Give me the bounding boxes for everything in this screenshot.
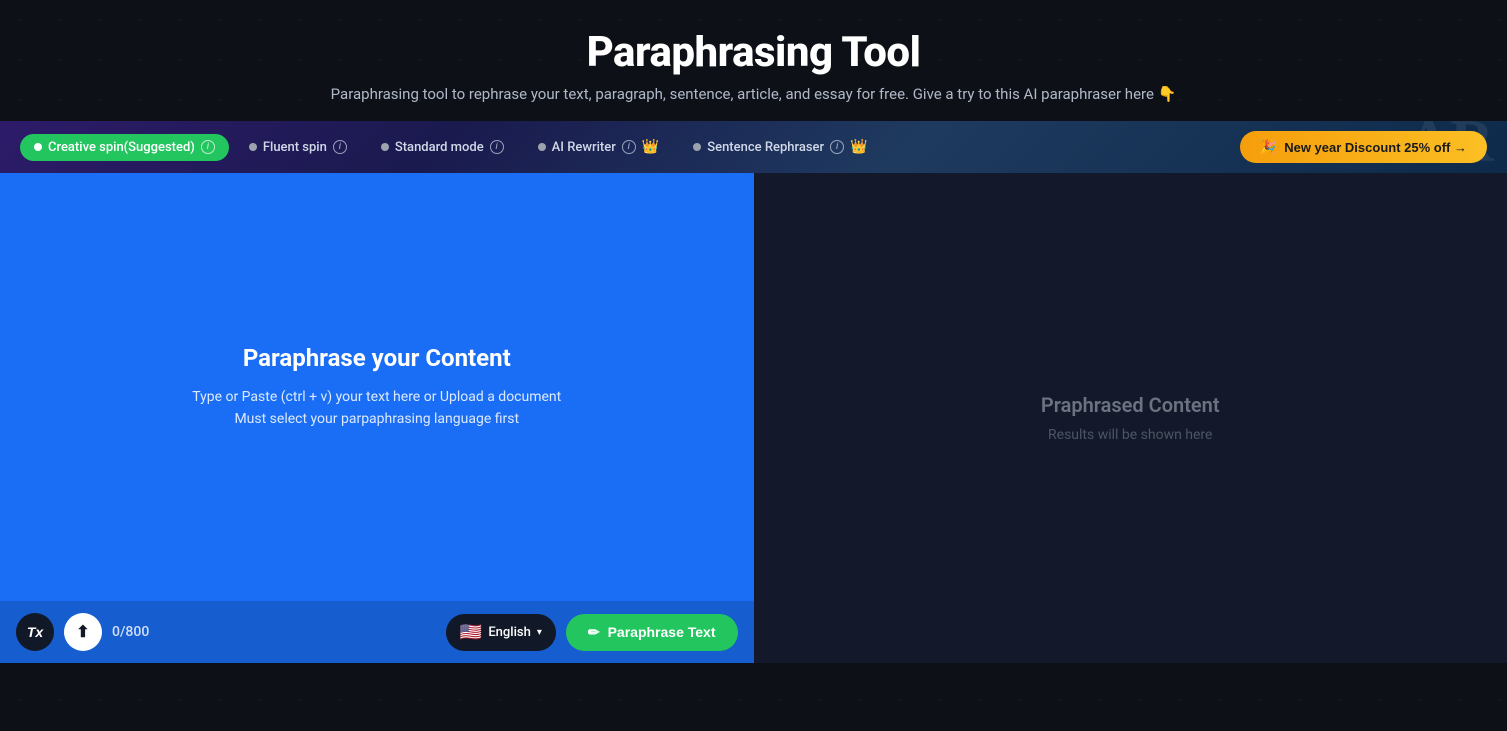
info-icon-ai: i (622, 140, 636, 154)
mode-tab-fluent-spin[interactable]: Fluent spin i (235, 134, 361, 161)
mode-label-ai: AI Rewriter (552, 140, 616, 155)
left-panel: Paraphrase your Content Type or Paste (c… (0, 173, 754, 663)
left-panel-body[interactable]: Paraphrase your Content Type or Paste (c… (0, 173, 754, 601)
paraphrase-btn-label: Paraphrase Text (608, 624, 716, 640)
input-panel-hint-line2: Must select your parpaphrasing language … (234, 408, 519, 430)
mode-label-fluent: Fluent spin (263, 140, 327, 155)
content-area: Paraphrase your Content Type or Paste (c… (0, 173, 1507, 663)
paraphrase-button[interactable]: ✏ Paraphrase Text (566, 614, 738, 651)
info-icon-sentence: i (830, 140, 844, 154)
upload-icon: ⬆ (76, 622, 89, 642)
mode-tab-sentence[interactable]: Sentence Rephraser i 👑 (679, 133, 881, 161)
language-selector[interactable]: 🇺🇸 English ▾ (446, 614, 556, 651)
info-icon-fluent: i (333, 140, 347, 154)
mode-label-standard: Standard mode (395, 140, 484, 155)
output-panel-title: Praphrased Content (1041, 393, 1220, 417)
output-panel-subtitle: Results will be shown here (1048, 427, 1212, 443)
mode-label-creative: Creative spin(Suggested) (48, 140, 195, 155)
mode-tab-standard[interactable]: Standard mode i (367, 134, 518, 161)
mode-dot-sentence (693, 143, 701, 151)
header: Paraphrasing Tool Paraphrasing tool to r… (0, 0, 1507, 121)
mode-dot-ai (538, 143, 546, 151)
right-panel: Praphrased Content Results will be shown… (754, 173, 1507, 663)
crown-icon-sentence: 👑 (850, 139, 867, 155)
mode-dot-standard (381, 143, 389, 151)
info-icon-creative: i (201, 140, 215, 154)
discount-label: New year Discount 25% off → (1284, 140, 1467, 155)
input-panel-hint-line1: Type or Paste (ctrl + v) your text here … (192, 386, 561, 408)
page-title: Paraphrasing Tool (20, 28, 1487, 77)
party-icon: 🎉 (1260, 139, 1276, 155)
page-wrapper: Paraphrasing Tool Paraphrasing tool to r… (0, 0, 1507, 731)
discount-button[interactable]: 🎉 New year Discount 25% off → (1240, 131, 1487, 163)
page-subtitle: Paraphrasing tool to rephrase your text,… (20, 85, 1487, 103)
mode-tab-creative-spin[interactable]: Creative spin(Suggested) i (20, 134, 229, 161)
info-icon-standard: i (490, 140, 504, 154)
mode-bar: Creative spin(Suggested) i Fluent spin i… (0, 121, 1507, 173)
tx-icon: Tx (27, 624, 43, 640)
input-panel-title: Paraphrase your Content (243, 344, 511, 372)
mode-dot-creative (34, 143, 42, 151)
clear-text-button[interactable]: Tx (16, 613, 54, 651)
mode-dot-fluent (249, 143, 257, 151)
chevron-down-icon: ▾ (537, 627, 542, 638)
crown-icon-ai: 👑 (642, 139, 659, 155)
flag-icon: 🇺🇸 (460, 622, 482, 643)
language-label: English (488, 625, 531, 640)
char-counter: 0/800 (112, 624, 149, 640)
mode-label-sentence: Sentence Rephraser (707, 140, 824, 155)
left-panel-footer: Tx ⬆ 0/800 🇺🇸 English ▾ ✏ Paraphrase Tex… (0, 601, 754, 663)
upload-button[interactable]: ⬆ (64, 613, 102, 651)
mode-tab-ai-rewriter[interactable]: AI Rewriter i 👑 (524, 133, 674, 161)
pencil-icon: ✏ (588, 624, 600, 641)
